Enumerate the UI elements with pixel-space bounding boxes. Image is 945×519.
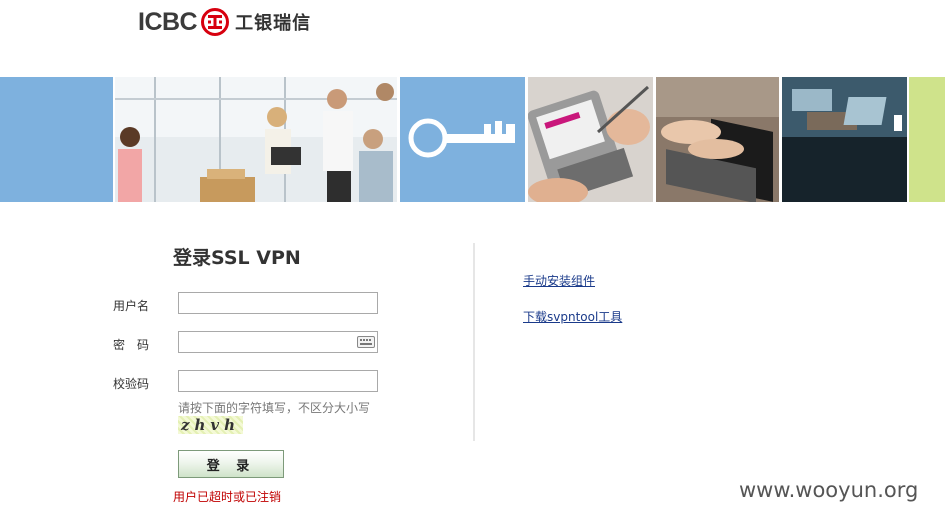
- laptop-typing-photo: [656, 77, 779, 202]
- brand-name-cn: 工银瑞信: [235, 13, 312, 34]
- vertical-divider: [473, 243, 475, 441]
- icbc-logo: ICBC 工银瑞信: [138, 7, 311, 37]
- captcha-hint: 请按下面的字符填写，不区分大小写: [178, 401, 371, 415]
- pda-stylus-photo: [528, 77, 653, 202]
- green-panel: [909, 77, 945, 202]
- username-label: 用户名: [113, 299, 150, 313]
- captcha-input[interactable]: [178, 370, 378, 392]
- watermark: www.wooyun.org: [739, 478, 919, 502]
- office-people-photo: [115, 77, 397, 202]
- password-input[interactable]: [178, 331, 378, 353]
- login-button[interactable]: 登 录: [178, 450, 284, 478]
- error-message: 用户已超时或已注销: [173, 490, 282, 504]
- icbc-emblem-icon: [201, 8, 230, 36]
- desk-laptop-photo: [782, 77, 907, 202]
- key-panel: [400, 77, 525, 202]
- username-input[interactable]: [178, 292, 378, 314]
- captcha-image[interactable]: zhvh: [178, 416, 244, 434]
- blue-panel: [0, 77, 113, 202]
- key-icon: [408, 118, 515, 158]
- captcha-label: 校验码: [113, 377, 150, 391]
- manual-install-link[interactable]: 手动安装组件: [523, 272, 595, 289]
- password-label: 密 码: [113, 338, 150, 352]
- logo-text: ICBC: [138, 7, 198, 36]
- login-title: 登录SSL VPN: [173, 247, 301, 269]
- download-svpntool-link[interactable]: 下载svpntool工具: [523, 308, 622, 325]
- header-banner: [0, 77, 945, 202]
- keyboard-icon[interactable]: [357, 336, 375, 348]
